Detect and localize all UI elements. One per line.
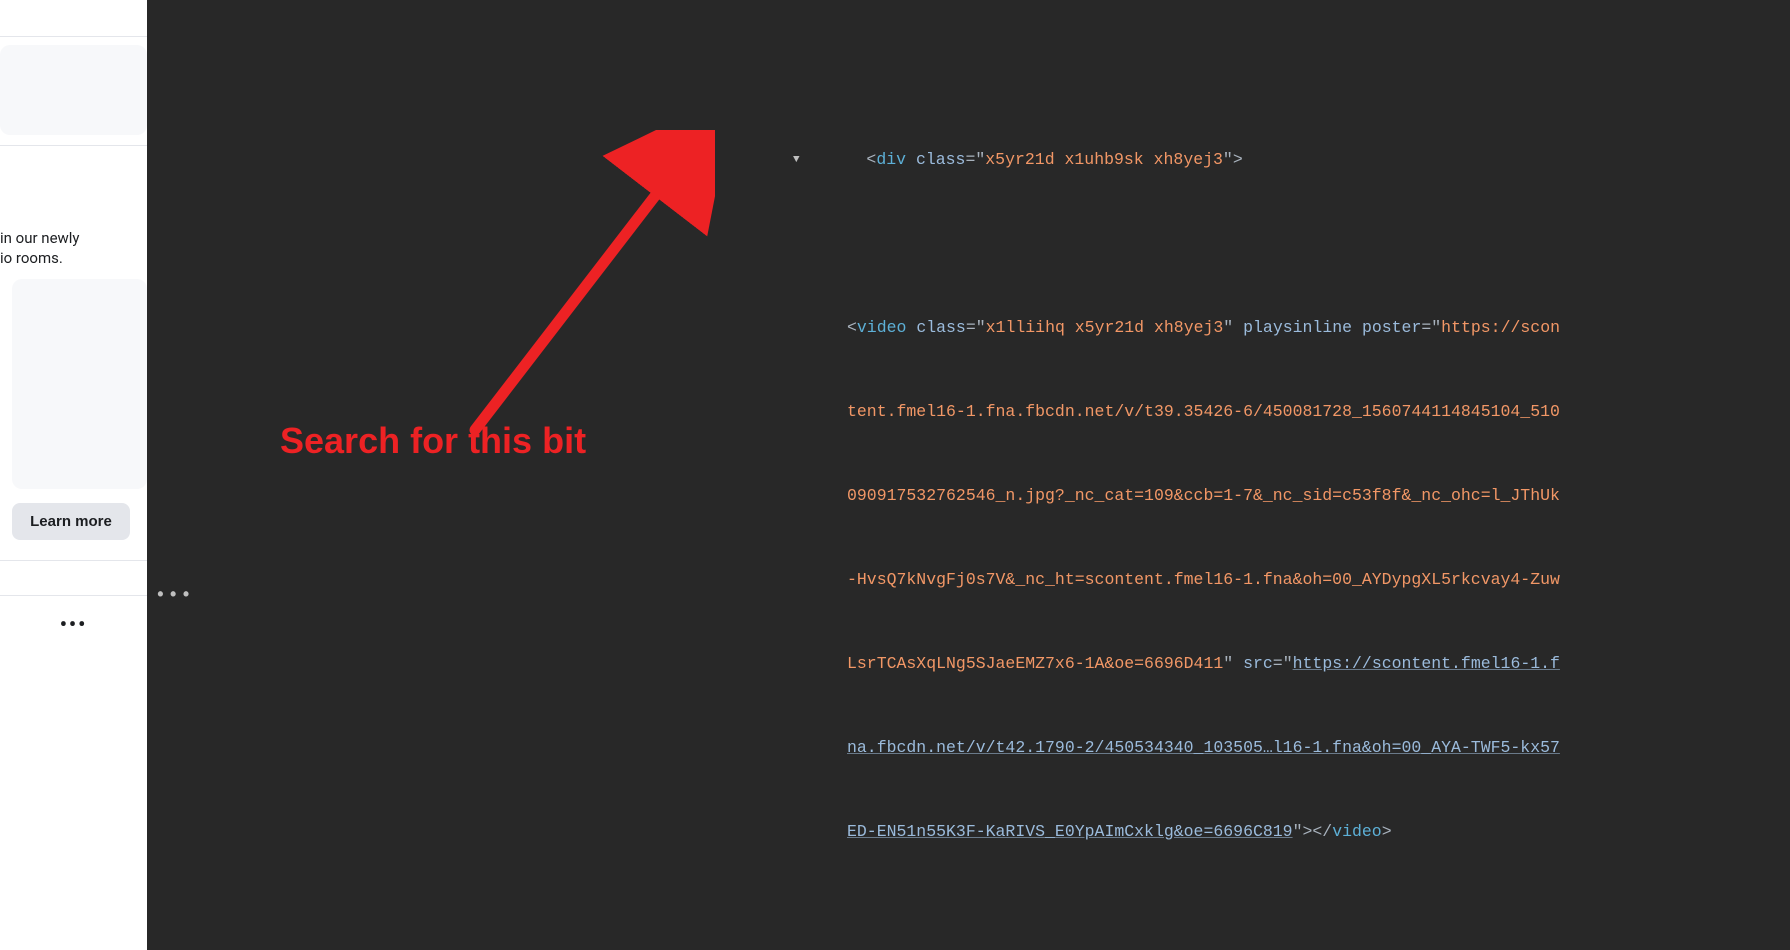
dom-node-video-cont: 090917532762546_n.jpg?_nc_cat=109&ccb=1-… [147, 482, 1790, 510]
dom-node-video-cont: LsrTCAsXqLNg5SJaeEMZ7x6-1A&oe=6696D411" … [147, 650, 1790, 678]
sidebar-text-line: io rooms. [0, 249, 63, 267]
learn-more-button[interactable]: Learn more [12, 503, 130, 540]
devtools-elements-panel[interactable]: ••• ▼<div class="x5yr21d x1uhb9sk xh8yej… [147, 0, 1790, 950]
annotation-label: Search for this bit [280, 420, 586, 462]
dom-node-div[interactable]: ▼<div class="x5yr21d x1uhb9sk xh8yej3"> [147, 118, 1790, 202]
sidebar-media-placeholder [12, 279, 147, 489]
page-sidebar: in our newly io rooms. Learn more ••• [0, 0, 147, 950]
sidebar-text-line: in our newly [0, 229, 80, 247]
sidebar-card [0, 45, 147, 135]
dom-node-video-cont: na.fbcdn.net/v/t42.1790-2/450534340_1035… [147, 734, 1790, 762]
sidebar-description: in our newly io rooms. [0, 228, 147, 269]
disclosure-triangle-icon[interactable]: ▼ [793, 146, 800, 174]
more-options-button[interactable]: ••• [0, 596, 147, 652]
dom-node-video-cont: ED-EN51n55K3F-KaRIVS_E0YpAImCxklg&oe=669… [147, 818, 1790, 846]
dom-tree[interactable]: ▼<div class="x5yr21d x1uhb9sk xh8yej3"> … [147, 0, 1790, 950]
dom-node-video[interactable]: <video class="x1lliihq x5yr21d xh8yej3" … [147, 314, 1790, 342]
dom-node-video-cont: -HvsQ7kNvgFj0s7V&_nc_ht=scontent.fmel16-… [147, 566, 1790, 594]
divider [0, 36, 147, 37]
